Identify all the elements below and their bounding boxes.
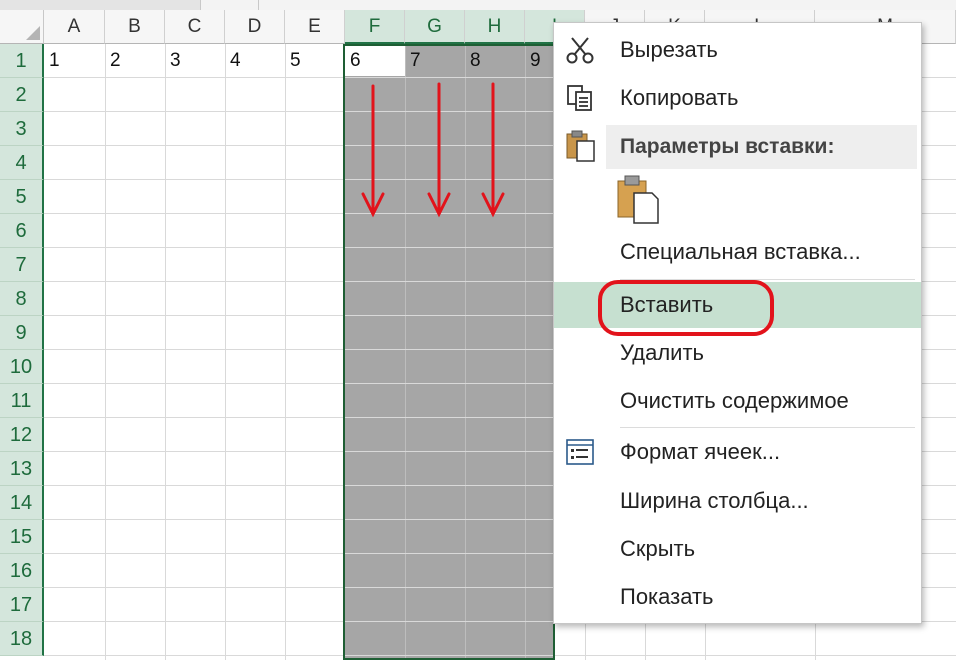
scissors-icon — [566, 37, 594, 64]
menu-item-hide[interactable]: Скрыть — [554, 526, 921, 572]
menu-label-column-width: Ширина столбца... — [620, 488, 809, 513]
menu-item-format-cells[interactable]: Формат ячеек... — [554, 429, 921, 475]
menu-item-paste-special[interactable]: Специальная вставка... — [554, 229, 921, 275]
menu-label-format-cells: Формат ячеек... — [620, 439, 781, 464]
menu-separator — [620, 427, 915, 428]
menu-item-cut[interactable]: Вырезать — [554, 27, 921, 73]
down-arrow-icon — [427, 82, 451, 218]
menu-label-paste-special: Специальная вставка... — [620, 239, 861, 264]
menu-item-copy[interactable]: Копировать — [554, 75, 921, 121]
insert-highlight-ring — [598, 280, 774, 336]
menu-label-unhide: Показать — [620, 584, 714, 609]
paste-clipboard-icon — [566, 130, 595, 162]
spreadsheet-screen: A B C D E F G H I J K L M 1 2 3 4 5 6 7 … — [0, 0, 956, 660]
menu-label-clear-contents: Очистить содержимое — [620, 388, 849, 413]
menu-label-hide: Скрыть — [620, 536, 696, 561]
down-arrow-icon — [481, 82, 505, 218]
menu-label-copy: Копировать — [620, 85, 739, 110]
copy-icon — [567, 85, 592, 111]
menu-item-unhide[interactable]: Показать — [554, 574, 921, 620]
paste-options-label: Параметры вставки: — [620, 135, 835, 158]
menu-item-clear-contents[interactable]: Очистить содержимое — [554, 378, 921, 424]
menu-item-delete[interactable]: Удалить — [554, 330, 921, 376]
paste-option-icon[interactable] — [616, 175, 660, 225]
menu-label-cut: Вырезать — [620, 37, 718, 62]
menu-label-delete: Удалить — [620, 340, 704, 365]
down-arrow-icon — [361, 84, 385, 218]
menu-item-column-width[interactable]: Ширина столбца... — [554, 478, 921, 524]
format-cells-icon — [566, 439, 594, 465]
paste-options-header: Параметры вставки: — [606, 125, 917, 169]
